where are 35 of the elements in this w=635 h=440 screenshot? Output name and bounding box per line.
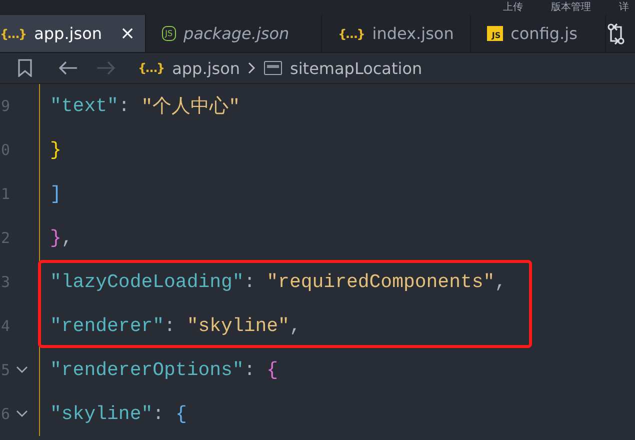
- code-line: "rendererOptions": {: [49, 359, 278, 381]
- chevron-icon[interactable]: [16, 366, 28, 374]
- line-number: 9: [1, 97, 10, 115]
- code-line: "skyline": {: [49, 403, 187, 425]
- line-number: 1: [1, 185, 10, 203]
- source-control-icon[interactable]: [607, 22, 625, 44]
- code-line: }: [49, 139, 62, 161]
- file-icon: JS: [162, 26, 176, 41]
- code-line: },: [49, 227, 73, 249]
- file-icon: {…}: [0, 26, 26, 40]
- file-icon: {…}: [138, 61, 164, 75]
- code-line: ]: [49, 183, 62, 205]
- menu-item[interactable]: 上传: [503, 2, 523, 14]
- line-number: 0: [1, 141, 10, 159]
- line-number: 6: [1, 405, 10, 423]
- line-number: 5: [1, 361, 10, 379]
- code-line: "lazyCodeLoading": "requiredComponents",: [49, 271, 506, 293]
- breadcrumb-item[interactable]: sitemapLocation: [290, 58, 422, 78]
- code-line: "renderer": "skyline",: [49, 315, 301, 337]
- file-icon: {…}: [338, 26, 364, 40]
- menu-item[interactable]: 详: [619, 2, 629, 14]
- chevron-right-icon: [248, 62, 256, 74]
- editor-tab[interactable]: {…} app.json ×: [0, 15, 146, 52]
- symbol-icon: [264, 61, 282, 75]
- breadcrumb-item[interactable]: app.json: [172, 58, 240, 78]
- file-icon: JS: [486, 26, 503, 41]
- line-number: 4: [1, 317, 10, 335]
- close-icon[interactable]: ×: [120, 23, 136, 44]
- code-line: "text": "个人中心": [49, 94, 240, 119]
- menu-item[interactable]: 版本管理: [551, 2, 591, 14]
- line-number: 2: [1, 229, 10, 247]
- bookmark-icon[interactable]: [18, 59, 32, 77]
- chevron-icon[interactable]: [16, 410, 28, 418]
- line-number: 3: [1, 273, 10, 291]
- back-arrow-icon[interactable]: [58, 61, 78, 75]
